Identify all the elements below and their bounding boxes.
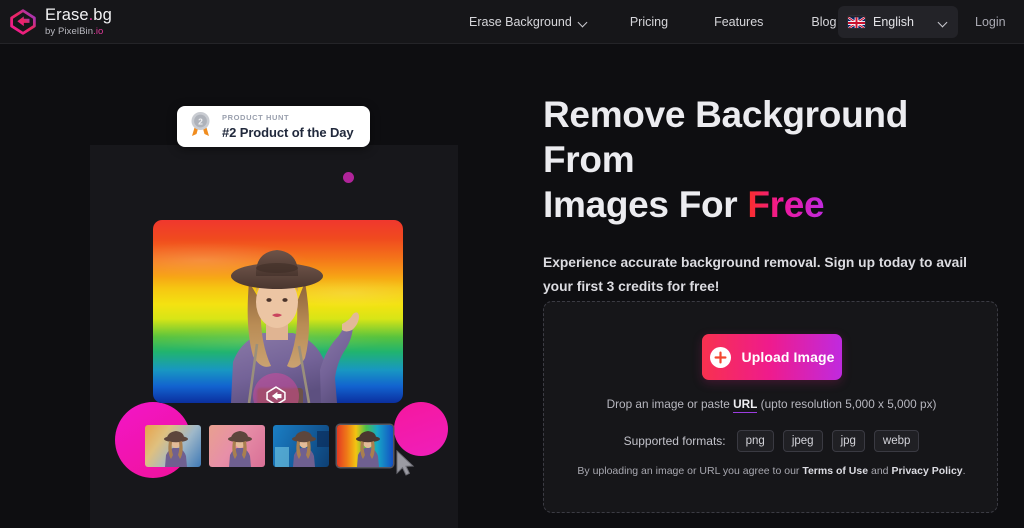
thumbnail-gradient-sunset[interactable] bbox=[145, 425, 201, 467]
svg-text:2: 2 bbox=[198, 116, 203, 126]
format-chip-jpeg[interactable]: jpeg bbox=[782, 430, 823, 452]
upload-dropzone[interactable]: Upload Image Drop an image or paste URL … bbox=[543, 301, 998, 513]
legal-and: and bbox=[868, 465, 892, 477]
supported-formats: Supported formats: png jpeg jpg webp bbox=[544, 430, 999, 452]
language-selector[interactable]: English bbox=[838, 6, 958, 38]
legal-suffix: . bbox=[962, 465, 966, 477]
silver-medal-2-icon: 2 bbox=[188, 111, 213, 143]
privacy-policy-link[interactable]: Privacy Policy bbox=[891, 465, 962, 477]
decorative-circle-small bbox=[343, 172, 354, 183]
brand-subtitle: by PixelBin.io bbox=[45, 25, 104, 37]
language-label: English bbox=[873, 15, 914, 29]
supported-formats-label: Supported formats: bbox=[623, 434, 726, 448]
legal-prefix: By uploading an image or URL you agree t… bbox=[577, 465, 803, 477]
chevron-down-icon bbox=[939, 18, 948, 27]
nav-label: Features bbox=[714, 15, 764, 29]
nav-item-erase-background[interactable]: Erase Background bbox=[455, 0, 602, 44]
nav-label: Blog bbox=[811, 15, 837, 29]
plus-icon bbox=[709, 346, 731, 368]
nav-label: Erase Background bbox=[469, 15, 572, 29]
nav-item-features[interactable]: Features bbox=[700, 0, 777, 44]
brand-title: Erase.bg bbox=[45, 6, 112, 24]
drop-prefix: Drop an image or paste bbox=[606, 397, 734, 411]
terms-of-use-link[interactable]: Terms of Use bbox=[802, 465, 868, 477]
decorative-circle-right bbox=[394, 402, 448, 456]
thumbnail-pink-studio[interactable] bbox=[209, 425, 265, 467]
product-hunt-badge[interactable]: 2 PRODUCT HUNT #2 Product of the Day bbox=[177, 106, 370, 147]
drop-suffix: (upto resolution 5,000 x 5,000 px) bbox=[757, 397, 937, 411]
thumbnail-rainbow-paint[interactable] bbox=[337, 425, 393, 467]
thumbnail-strip bbox=[145, 425, 393, 467]
headline-highlight: Free bbox=[747, 184, 825, 226]
mouse-pointer-icon bbox=[396, 450, 415, 476]
brand-text: Erase.bg by PixelBin.io bbox=[45, 7, 112, 36]
chevron-down-icon bbox=[579, 18, 588, 27]
product-hunt-kicker: PRODUCT HUNT bbox=[222, 113, 290, 123]
paste-url-link[interactable]: URL bbox=[733, 397, 758, 413]
headline-line-1: Remove Background From bbox=[543, 94, 908, 181]
format-chip-webp[interactable]: webp bbox=[873, 430, 920, 452]
site-header: Erase.bg by PixelBin.io Erase Background… bbox=[0, 0, 1024, 44]
erasebg-diamond-logo-icon bbox=[10, 8, 36, 35]
hero-preview-panel bbox=[90, 145, 458, 528]
nav-label: Pricing bbox=[629, 15, 669, 29]
product-hunt-text: PRODUCT HUNT #2 Product of the Day bbox=[222, 114, 354, 139]
login-button[interactable]: Login bbox=[975, 0, 1006, 44]
brand-logo[interactable]: Erase.bg by PixelBin.io bbox=[0, 7, 112, 36]
hero-preview-image[interactable] bbox=[153, 220, 403, 403]
thumbnail-blue-geometric[interactable] bbox=[273, 425, 329, 467]
upload-button-label: Upload Image bbox=[741, 349, 835, 365]
product-hunt-title: #2 Product of the Day bbox=[222, 124, 354, 140]
upload-image-button[interactable]: Upload Image bbox=[702, 334, 842, 380]
hero-copy: Remove Background From Images For Free E… bbox=[543, 92, 1003, 299]
page-subtitle: Experience accurate background removal. … bbox=[543, 255, 968, 295]
headline-line-2: Images For bbox=[543, 184, 748, 226]
drop-instruction: Drop an image or paste URL (upto resolut… bbox=[544, 397, 999, 413]
uk-union-jack-flag-icon bbox=[848, 16, 865, 28]
main-navigation: Erase Background Pricing Features Blog bbox=[455, 0, 850, 44]
login-label: Login bbox=[975, 15, 1006, 29]
hero-stage bbox=[90, 145, 458, 528]
format-chip-png[interactable]: png bbox=[736, 430, 774, 452]
legal-notice: By uploading an image or URL you agree t… bbox=[544, 465, 999, 477]
page-title: Remove Background From Images For Free bbox=[543, 92, 1003, 227]
nav-item-pricing[interactable]: Pricing bbox=[616, 0, 682, 44]
format-chip-jpg[interactable]: jpg bbox=[831, 430, 865, 452]
